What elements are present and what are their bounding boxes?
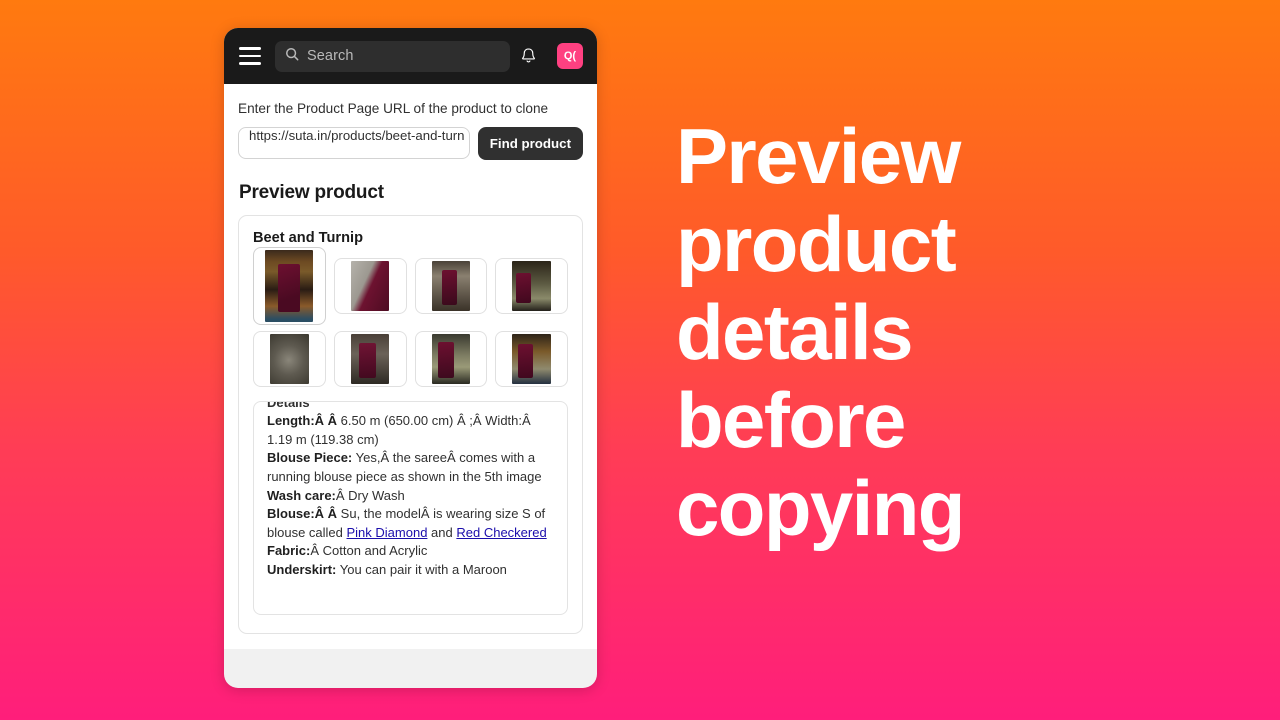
detail-line-wash-care: Wash care:Â Dry Wash [267, 487, 554, 506]
product-thumbnail-6[interactable] [333, 330, 407, 387]
product-thumbnail-1[interactable] [253, 246, 326, 325]
marketing-headline: Preview product details before copying [676, 112, 965, 552]
search-icon [285, 47, 299, 66]
hamburger-menu-icon[interactable] [239, 47, 261, 65]
product-thumbnail-2[interactable] [333, 257, 407, 314]
detail-label-length: Length:Â Â [267, 413, 338, 429]
product-thumbnail-3[interactable] [414, 257, 488, 314]
search-input[interactable]: Search [275, 40, 510, 72]
detail-value-underskirt: You can pair it with a Maroon [336, 562, 507, 578]
find-product-button[interactable]: Find product [477, 126, 583, 160]
detail-value-fabric: Â Cotton and Acrylic [310, 543, 428, 559]
app-topbar: Search Q( [224, 28, 597, 84]
product-details-panel[interactable]: Details Length:Â Â 6.50 m (650.00 cm) Â … [253, 400, 568, 615]
avatar[interactable]: Q( [557, 43, 583, 69]
link-red-checkered[interactable]: Red Checkered [456, 525, 546, 540]
product-thumbnail-7[interactable] [414, 330, 488, 387]
product-thumbnail-4[interactable] [495, 257, 568, 314]
detail-label-fabric: Fabric: [267, 543, 311, 559]
product-details-text: Details Length:Â Â 6.50 m (650.00 cm) Â … [267, 400, 554, 580]
details-heading: Details [267, 400, 310, 410]
detail-link-conjunction: and [427, 524, 457, 540]
detail-label-wash-care: Wash care: [267, 487, 336, 503]
product-url-input[interactable]: https://suta.in/products/beet-and-turn [238, 127, 470, 160]
detail-line-length: Length:Â Â 6.50 m (650.00 cm) Â ;Â Width… [267, 412, 554, 449]
detail-label-blouse: Blouse:Â Â [267, 506, 338, 522]
product-thumbnail-8[interactable] [495, 330, 568, 387]
product-thumbnail-5[interactable] [253, 330, 326, 387]
page-title: Preview product [239, 181, 384, 203]
search-placeholder-text: Search [307, 48, 354, 64]
product-image-gallery [253, 246, 568, 387]
detail-label-blouse-piece: Blouse Piece: [267, 450, 353, 466]
detail-value-wash-care: Â Dry Wash [335, 487, 405, 503]
detail-label-underskirt: Underskirt: [267, 562, 337, 578]
detail-line-blouse: Blouse:Â Â Su, the modelÂ is wearing siz… [267, 505, 554, 542]
url-form-row: https://suta.in/products/beet-and-turn F… [238, 126, 583, 160]
app-window: Search Q( Enter the Product Page URL of … [224, 28, 597, 688]
product-preview-card: Beet and Turnip Details Length:Â Â 6.50 … [238, 214, 583, 634]
page-content: Enter the Product Page URL of the produc… [224, 84, 597, 649]
detail-line-blouse-piece: Blouse Piece: Yes,Â the sareeÂ comes wit… [267, 449, 554, 486]
bell-icon[interactable] [520, 47, 537, 65]
detail-line-underskirt: Underskirt: You can pair it with a Maroo… [267, 561, 554, 580]
detail-line-fabric: Fabric:Â Cotton and Acrylic [267, 542, 554, 561]
link-pink-diamond[interactable]: Pink Diamond [347, 525, 428, 540]
url-field-label: Enter the Product Page URL of the produc… [238, 101, 549, 116]
avatar-initials: Q( [563, 50, 577, 62]
product-name: Beet and Turnip [253, 229, 363, 246]
